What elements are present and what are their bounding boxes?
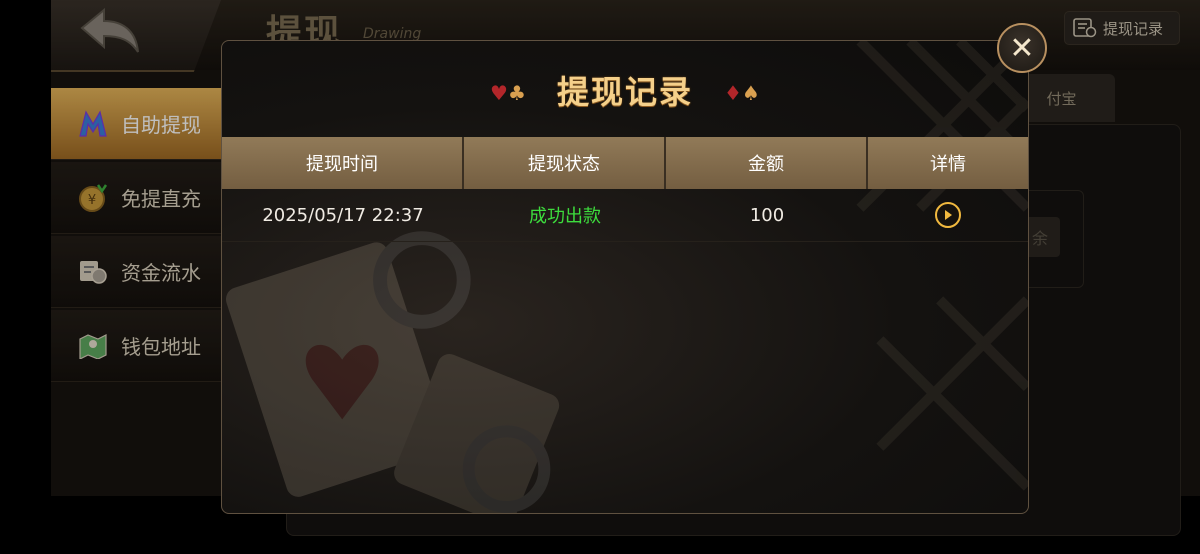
cell-status: 成功出款 bbox=[529, 206, 601, 227]
column-header-details: 详情 bbox=[868, 137, 1028, 189]
close-icon: ✕ bbox=[1009, 30, 1035, 66]
modal-header: ♥♣ 提现记录 ♦♠ bbox=[222, 41, 1028, 137]
cell-time: 2025/05/17 22:37 bbox=[262, 204, 424, 226]
table-header: 提现时间 提现状态 金额 详情 bbox=[222, 137, 1028, 189]
column-header-time: 提现时间 bbox=[222, 137, 464, 189]
withdraw-record-modal: ♥♣ 提现记录 ♦♠ 提现时间 提现状态 金额 详情 2025/05/17 22… bbox=[221, 40, 1029, 514]
suits-right-icon: ♦♠ bbox=[724, 81, 760, 105]
details-arrow-button[interactable] bbox=[935, 202, 961, 228]
record-table: 提现时间 提现状态 金额 详情 2025/05/17 22:37 成功出款 10… bbox=[222, 137, 1028, 242]
chevron-right-icon bbox=[945, 210, 952, 220]
table-row: 2025/05/17 22:37 成功出款 100 bbox=[222, 189, 1028, 242]
close-button[interactable]: ✕ bbox=[997, 23, 1047, 73]
cell-details bbox=[868, 189, 1028, 241]
column-header-amount: 金额 bbox=[666, 137, 868, 189]
cell-amount: 100 bbox=[749, 204, 785, 226]
column-header-status: 提现状态 bbox=[464, 137, 666, 189]
modal-title: 提现记录 bbox=[556, 73, 693, 111]
